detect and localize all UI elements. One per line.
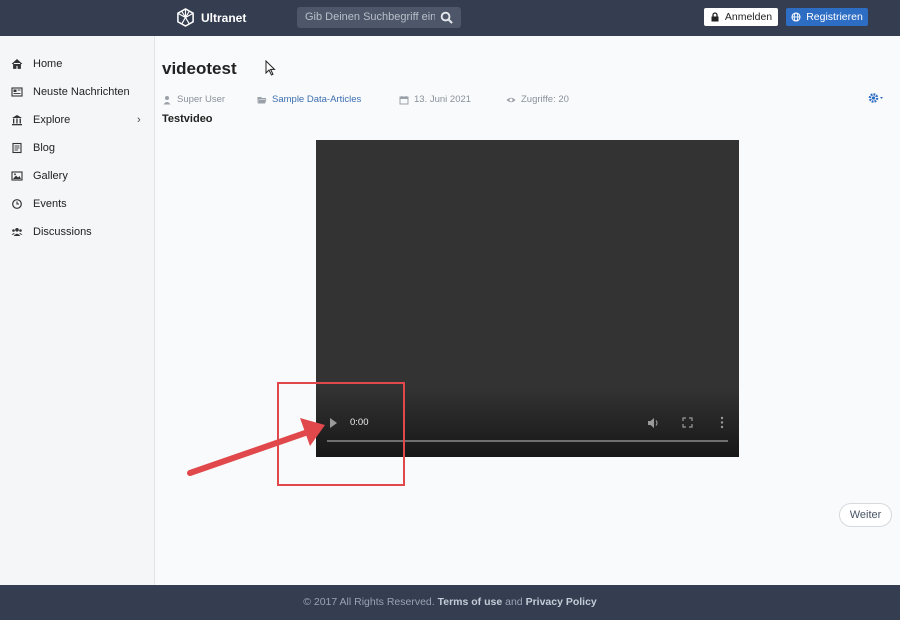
fullscreen-icon[interactable]: [682, 417, 693, 428]
sidebar-item-discussions[interactable]: Discussions: [0, 221, 155, 243]
annotation-arrow-icon: [187, 418, 325, 476]
footer-text: © 2017 All Rights Reserved. Terms of use…: [0, 596, 900, 608]
brand-link[interactable]: Ultranet: [176, 8, 246, 27]
volume-icon[interactable]: [647, 417, 660, 429]
sidebar: Home Neuste Nachrichten Explore › Blog G…: [0, 36, 155, 585]
sidebar-item-gallery[interactable]: Gallery: [0, 165, 155, 187]
register-button[interactable]: Registrieren: [786, 8, 868, 26]
eye-icon: [506, 97, 516, 102]
sidebar-item-blog[interactable]: Blog: [0, 137, 155, 159]
category-link[interactable]: Sample Data-Articles: [272, 94, 361, 105]
newspaper-icon: [11, 87, 23, 97]
article-subtitle: Testvideo: [162, 113, 213, 125]
calendar-icon: [399, 95, 409, 104]
sidebar-item-label: Home: [33, 58, 63, 70]
globe-icon: [791, 12, 801, 22]
sidebar-item-explore[interactable]: Explore ›: [0, 109, 155, 131]
article-date: 13. Juni 2021: [399, 94, 471, 105]
next-button[interactable]: Weiter: [839, 503, 892, 527]
login-label: Anmelden: [724, 11, 773, 23]
search-icon[interactable]: [440, 11, 453, 24]
privacy-link[interactable]: Privacy Policy: [526, 596, 597, 608]
register-label: Registrieren: [806, 11, 863, 23]
author-name: Super User: [177, 94, 226, 105]
sidebar-item-news[interactable]: Neuste Nachrichten: [0, 81, 155, 103]
more-options-icon[interactable]: [720, 416, 724, 429]
image-icon: [11, 171, 23, 181]
users-icon: [11, 228, 23, 236]
copyright-text: © 2017 All Rights Reserved.: [303, 596, 435, 608]
lock-icon: [711, 12, 719, 22]
home-icon: [11, 58, 23, 69]
article-author: Super User: [162, 94, 225, 105]
article-hits: Zugriffe: 20: [506, 94, 569, 105]
brand-name: Ultranet: [201, 10, 247, 25]
hits-value: Zugriffe: 20: [521, 94, 569, 105]
ultranet-logo-icon: [177, 8, 194, 27]
sidebar-item-label: Events: [33, 198, 67, 210]
login-button[interactable]: Anmelden: [704, 8, 778, 26]
gear-icon[interactable]: [868, 92, 886, 104]
footer-and: and: [505, 596, 523, 608]
bank-icon: [12, 115, 22, 126]
chevron-right-icon[interactable]: ›: [137, 114, 141, 126]
sidebar-item-label: Discussions: [33, 226, 92, 238]
terms-link[interactable]: Terms of use: [438, 596, 503, 608]
article-category[interactable]: Sample Data-Articles: [257, 94, 361, 105]
sidebar-item-label: Blog: [33, 142, 56, 154]
sidebar-item-label: Explore: [33, 114, 71, 126]
page-title: videotest: [162, 59, 237, 78]
top-navbar: Ultranet Gib Deinen Suchbegriff ein Anme…: [0, 0, 900, 36]
blog-icon: [12, 142, 22, 154]
sidebar-item-label: Neuste Nachrichten: [33, 86, 130, 98]
footer: © 2017 All Rights Reserved. Terms of use…: [0, 585, 900, 620]
clock-icon: [12, 199, 22, 209]
search-placeholder: Gib Deinen Suchbegriff ein: [305, 11, 435, 23]
folder-open-icon: [257, 96, 267, 103]
sidebar-item-label: Gallery: [33, 170, 68, 182]
mouse-cursor-icon: [265, 60, 276, 76]
user-icon: [163, 95, 171, 104]
sidebar-item-home[interactable]: Home: [0, 53, 155, 75]
search-input[interactable]: Gib Deinen Suchbegriff ein: [297, 7, 461, 28]
date-value: 13. Juni 2021: [414, 94, 472, 105]
sidebar-item-events[interactable]: Events: [0, 193, 155, 215]
